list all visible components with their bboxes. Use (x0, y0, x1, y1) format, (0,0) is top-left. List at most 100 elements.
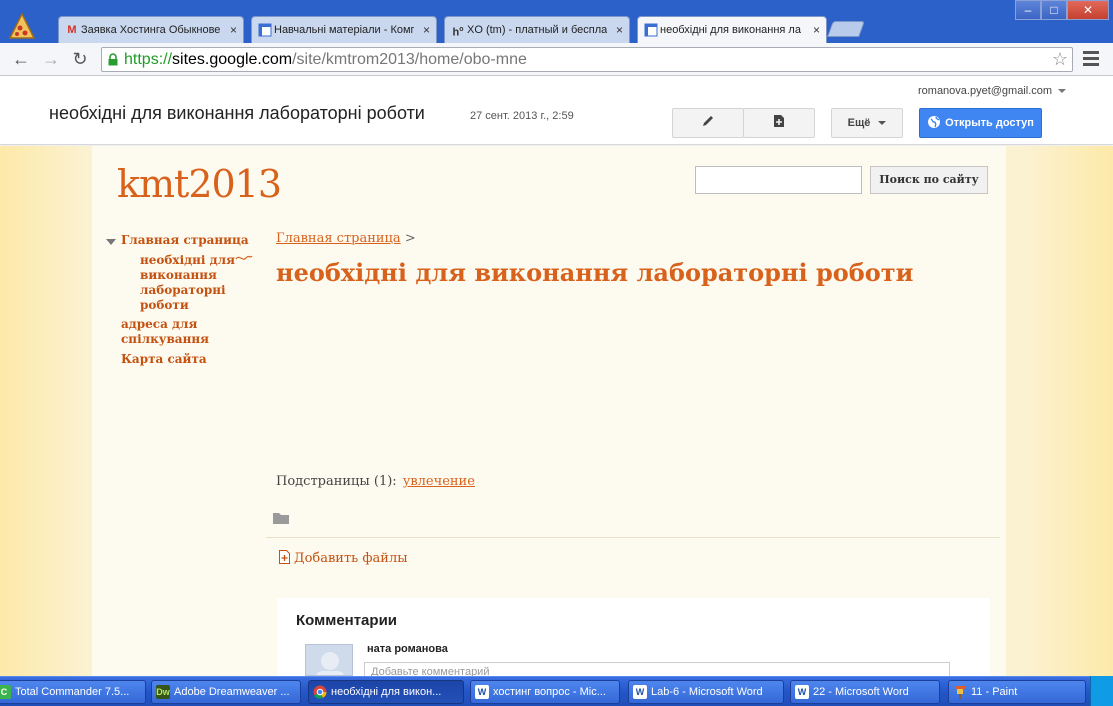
taskbar-label: Adobe Dreamweaver ... (174, 686, 290, 698)
browser-tab-ho[interactable]: ho XO (tm) - платный и беспла × (444, 16, 630, 43)
site-name[interactable]: kmt2013 (117, 162, 282, 206)
forward-arrow-icon[interactable]: → (40, 49, 62, 71)
new-page-icon (774, 115, 784, 127)
taskbar-item-paint[interactable]: 11 - Paint (948, 680, 1086, 704)
chrome-icon (313, 685, 327, 699)
account-email: romanova.pyet@gmail.com (918, 85, 1053, 97)
more-label: Ещё (847, 117, 871, 129)
new-tab-button[interactable] (827, 21, 865, 37)
tab-label: Заявка Хостинга Обыкнове (81, 24, 221, 36)
share-label: Открыть доступ (945, 117, 1034, 129)
taskbar-label: необхідні для викон... (331, 686, 442, 698)
chevron-down-icon (1058, 89, 1067, 94)
sidebar-item-address-line2[interactable]: спілкування (121, 332, 209, 346)
windows-taskbar: C Total Commander 7.5... Dw Adobe Dreamwea… (0, 676, 1113, 706)
url-path: /site/kmtrom2013/home/obo-mne (292, 51, 527, 68)
minimize-icon[interactable]: – (1015, 0, 1041, 20)
address-bar[interactable]: https://sites.google.com/site/kmtrom2013… (101, 47, 1073, 72)
sidebar-item-current-line3[interactable]: лабораторні (140, 283, 226, 297)
tab-close-icon[interactable]: × (616, 17, 623, 43)
browser-titlebar: M Заявка Хостинга Обыкнове × Навчальні м… (0, 0, 1113, 43)
add-files-label: Добавить файлы (294, 551, 408, 566)
add-files-link[interactable]: Добавить файлы (279, 550, 408, 566)
site-search-input[interactable] (695, 166, 862, 194)
divider (266, 537, 1000, 538)
back-arrow-icon[interactable]: ← (10, 49, 32, 71)
comments-heading: Комментарии (296, 612, 398, 629)
tab-label: Навчальні матеріали - Комп (274, 24, 414, 36)
content-panel (92, 146, 1006, 676)
page-date: 27 сент. 2013 г., 2:59 (470, 110, 574, 122)
taskbar-label: 22 - Microsoft Word (813, 686, 909, 698)
comments-section: Комментарии ната романова Добавьте комме… (277, 598, 990, 682)
browser-tab-active[interactable]: необхідні для виконання ла × (637, 16, 827, 43)
taskbar-item-word-22[interactable]: W 22 - Microsoft Word (790, 680, 940, 704)
url-host: sites.google.com (172, 51, 293, 68)
tab-close-icon[interactable]: × (423, 17, 430, 43)
sidebar-item-sitemap[interactable]: Карта сайта (121, 352, 207, 366)
taskbar-item-dreamweaver[interactable]: Dw Adobe Dreamweaver ... (151, 680, 301, 704)
taskbar-label: Total Commander 7.5... (15, 686, 130, 698)
sidebar-item-current-line4[interactable]: роботи (140, 298, 189, 312)
taskbar-item-total-commander[interactable]: C Total Commander 7.5... (0, 680, 146, 704)
word-icon: W (633, 685, 647, 699)
edit-page-button[interactable] (672, 108, 744, 138)
url-scheme: https:// (124, 51, 173, 68)
current-page-swirl-icon (235, 255, 253, 260)
url-text: https://sites.google.com/site/kmtrom2013… (124, 51, 527, 69)
word-icon: W (795, 685, 809, 699)
tab-label: XO (tm) - платный и беспла (467, 24, 607, 36)
bookmark-star-icon[interactable]: ☆ (1052, 49, 1068, 70)
word-icon: W (475, 685, 489, 699)
paint-icon (953, 685, 967, 699)
user-silhouette-icon (316, 652, 344, 675)
reload-icon[interactable]: ↻ (69, 49, 91, 71)
share-button[interactable]: Открыть доступ (919, 108, 1042, 138)
chrome-menu-icon[interactable] (1083, 51, 1099, 67)
new-page-button[interactable] (743, 108, 815, 138)
tab-label: необхідні для виконання ла (660, 24, 801, 36)
more-button[interactable]: Ещё (831, 108, 903, 138)
add-file-icon (279, 550, 290, 564)
sites-header: необхідні для виконання лабораторні робо… (0, 77, 1113, 145)
total-commander-icon: C (0, 685, 11, 699)
browser-tab-materials[interactable]: Навчальні матеріали - Комп × (251, 16, 437, 43)
browser-tab-gmail[interactable]: M Заявка Хостинга Обыкнове × (58, 16, 244, 43)
subpages-row: Подстраницы (1): увлечение (276, 474, 475, 489)
account-menu[interactable]: romanova.pyet@gmail.com (918, 85, 1067, 97)
pencil-icon (703, 116, 713, 126)
sidebar-item-current[interactable]: необхідні для (140, 253, 235, 267)
taskbar-label: Lab-6 - Microsoft Word (651, 686, 763, 698)
taskbar-label: 11 - Paint (971, 686, 1018, 698)
chevron-down-icon (878, 121, 887, 126)
tab-close-icon[interactable]: × (230, 17, 237, 43)
folder-icon (273, 513, 289, 524)
globe-icon (928, 116, 941, 128)
taskbar-item-word-lab6[interactable]: W Lab-6 - Microsoft Word (628, 680, 784, 704)
comment-author: ната романова (367, 643, 448, 655)
sidebar-item-home[interactable]: Главная страница (121, 233, 249, 247)
lock-icon (108, 53, 118, 66)
sidebar-item-address[interactable]: адреса для (121, 317, 197, 331)
taskbar-item-chrome[interactable]: необхідні для викон... (308, 680, 464, 704)
breadcrumb: Главная страница > (276, 231, 416, 246)
taskbar-item-word-hosting[interactable]: Wхостинг вопрос - Mic... (470, 680, 620, 704)
page-title: необхідні для виконання лабораторні робо… (49, 103, 425, 123)
subpage-link[interactable]: увлечение (403, 474, 475, 489)
gmail-icon: M (67, 24, 77, 36)
sidebar-item-current-line2[interactable]: виконання (140, 268, 217, 282)
browser-toolbar: ← → ↻ https://sites.google.com/site/kmtr… (0, 43, 1113, 76)
window-close-icon[interactable]: ✕ (1067, 0, 1109, 20)
site-search-button[interactable]: Поиск по сайту (870, 166, 988, 194)
sites-icon (258, 23, 272, 37)
expand-triangle-icon[interactable] (106, 239, 116, 245)
maximize-icon[interactable]: □ (1041, 0, 1067, 20)
breadcrumb-home-link[interactable]: Главная страница (276, 231, 401, 246)
tab-close-icon[interactable]: × (813, 17, 820, 43)
taskbar-label: хостинг вопрос - Mic... (493, 686, 606, 698)
system-tray (1090, 676, 1113, 706)
pizza-avatar-icon (8, 12, 36, 39)
ho-icon: ho (452, 26, 464, 39)
main-page-title: необхідні для виконання лабораторні робо… (276, 258, 914, 287)
breadcrumb-separator: > (404, 231, 416, 246)
